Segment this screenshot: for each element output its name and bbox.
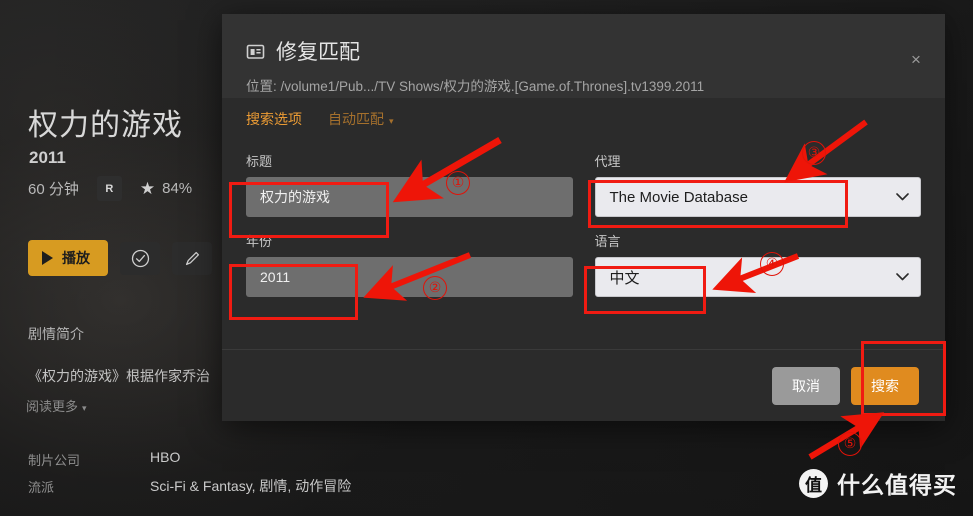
tab-search-options[interactable]: 搜索选项 [246, 109, 302, 129]
read-more-toggle[interactable]: 阅读更多 ▾ [26, 396, 87, 415]
fact-value-studio: HBO [150, 449, 181, 465]
agent-select[interactable]: The Movie Database [594, 177, 921, 217]
check-circle-icon [131, 249, 149, 267]
overview-text: 《权力的游戏》根据作家乔治 [28, 368, 210, 384]
play-button[interactable]: 播放 [28, 240, 108, 276]
media-action-row: 播放 [28, 240, 212, 276]
dialog-title-row: 修复匹配 [246, 36, 921, 66]
title-input[interactable] [246, 177, 573, 217]
page-title: 权力的游戏 [28, 109, 183, 142]
language-select-value: 中文 [594, 257, 921, 297]
close-icon[interactable]: × [902, 46, 930, 74]
dialog-path: 位置: /volume1/Pub.../TV Shows/权力的游戏.[Game… [246, 79, 705, 94]
chevron-down-icon: ▾ [389, 115, 394, 126]
media-score: ★ 84% [140, 180, 192, 197]
fix-match-dialog: 修复匹配 位置: /volume1/Pub.../TV Shows/权力的游戏.… [222, 14, 945, 421]
chevron-down-icon: ▾ [82, 403, 87, 413]
media-year: 2011 [29, 148, 66, 167]
fact-label-studio: 制片公司 [28, 453, 81, 468]
fact-value-genres: Sci-Fi & Fantasy, 剧情, 动作冒险 [150, 478, 352, 494]
field-agent: 代理 The Movie Database [594, 151, 921, 217]
content-rating-badge: R [96, 176, 122, 201]
field-title: 标题 [246, 151, 573, 217]
dialog-title: 修复匹配 [276, 41, 360, 64]
dialog-tabs: 搜索选项 自动匹配 ▾ [222, 98, 945, 139]
tab-auto-match[interactable]: 自动匹配 ▾ [328, 109, 394, 129]
play-button-label: 播放 [62, 250, 90, 266]
media-score-value: 84% [162, 180, 193, 197]
read-more-label: 阅读更多 [26, 399, 79, 414]
pencil-icon [185, 251, 199, 265]
tab-auto-match-label: 自动匹配 [328, 110, 384, 127]
field-year-label: 年份 [246, 234, 273, 249]
search-options-form: 标题 代理 The Movie Database 年份 [246, 151, 921, 297]
overview-heading: 剧情简介 [28, 326, 84, 342]
mark-watched-button[interactable] [120, 241, 160, 275]
dialog-body: 标题 代理 The Movie Database 年份 [222, 139, 945, 297]
year-input[interactable] [246, 257, 573, 297]
field-language-label: 语言 [594, 234, 621, 249]
field-language: 语言 中文 [594, 231, 921, 297]
watermark-badge-icon: 值 [799, 468, 828, 498]
dialog-footer: 取消 搜索 [222, 349, 945, 421]
watermark-text: 什么值得买 [837, 472, 957, 498]
fact-label-genres: 流派 [28, 480, 55, 495]
star-icon: ★ [139, 179, 156, 198]
app-root: 权力的游戏 2011 60 分钟 R ★ 84% 播放 剧情简介 《权力的游戏》… [0, 0, 973, 516]
language-select[interactable]: 中文 [594, 257, 921, 297]
watermark: 值 什么值得买 [799, 466, 957, 500]
search-button[interactable]: 搜索 [851, 366, 919, 405]
edit-button[interactable] [172, 241, 212, 275]
play-icon [42, 251, 53, 265]
media-runtime: 60 分钟 [28, 181, 79, 198]
cancel-button[interactable]: 取消 [772, 366, 840, 405]
agent-select-value: The Movie Database [594, 177, 921, 217]
field-year: 年份 [246, 231, 573, 297]
field-agent-label: 代理 [594, 154, 621, 169]
media-meta-row: 60 分钟 R ★ 84% [28, 176, 192, 201]
dialog-header: 修复匹配 位置: /volume1/Pub.../TV Shows/权力的游戏.… [222, 14, 945, 98]
field-title-label: 标题 [246, 154, 273, 169]
identify-media-icon [246, 44, 265, 59]
